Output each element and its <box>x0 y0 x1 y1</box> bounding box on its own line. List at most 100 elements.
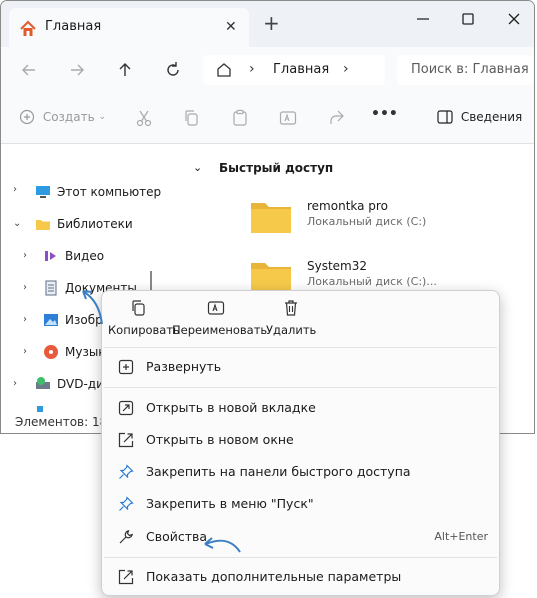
status-item-count: Элементов: 18 <box>15 415 108 429</box>
video-icon <box>45 251 56 261</box>
address-bar[interactable]: › Главная › <box>203 55 385 85</box>
pin-icon <box>119 464 134 479</box>
expand-chevron-icon[interactable]: › <box>23 250 27 261</box>
expand-chevron-icon[interactable]: › <box>23 346 27 357</box>
annotation-arrow <box>204 537 241 553</box>
more-options-button[interactable]: ••• <box>371 106 398 122</box>
menu-item-open-new-tab[interactable]: Открыть в новой вкладке <box>118 397 488 419</box>
tab-title: Главная <box>45 19 102 34</box>
open-window-icon <box>118 432 134 448</box>
menu-item-label: Открыть в новом окне <box>146 432 294 447</box>
partial-item-icon <box>37 406 43 412</box>
sidebar-item-libraries[interactable]: Библиотеки <box>57 217 133 231</box>
rename-button[interactable]: Переименовать <box>172 299 267 337</box>
more-options-icon <box>118 569 134 585</box>
menu-item-open-new-window[interactable]: Открыть в новом окне <box>118 429 488 451</box>
maximize-icon[interactable] <box>458 9 478 29</box>
expand-chevron-icon[interactable]: › <box>13 378 17 389</box>
menu-divider <box>104 387 497 388</box>
details-pane-icon <box>437 109 453 124</box>
expand-chevron-icon[interactable]: › <box>13 184 17 195</box>
menu-item-properties[interactable]: Свойства Alt+Enter <box>118 526 488 548</box>
breadcrumb-current[interactable]: Главная <box>273 62 329 77</box>
refresh-icon[interactable] <box>163 60 183 80</box>
search-placeholder: Поиск в: Главная <box>411 62 529 77</box>
folder-name: System32 <box>307 259 368 273</box>
breadcrumb-chevron-end-icon[interactable]: › <box>343 61 349 77</box>
rename-icon <box>207 301 225 315</box>
menu-divider <box>104 557 497 558</box>
rename-label: Переименовать <box>172 323 268 337</box>
title-bar: Главная ✕ + <box>1 1 534 47</box>
menu-item-pin-quick-access[interactable]: Закрепить на панели быстрого доступа <box>118 461 488 483</box>
tab-home[interactable]: Главная ✕ <box>9 8 249 47</box>
copy-label: Копировать <box>108 323 180 337</box>
sidebar-item-dvd[interactable]: DVD-дисковод <box>57 377 105 391</box>
home-outline-icon <box>217 63 231 77</box>
menu-item-expand[interactable]: Развернуть <box>118 356 488 378</box>
search-input[interactable]: Поиск в: Главная <box>397 55 533 85</box>
pictures-icon <box>44 314 58 326</box>
copy-toolbar-icon[interactable] <box>183 109 201 127</box>
menu-item-label: Показать дополнительные параметры <box>146 569 402 584</box>
copy-button[interactable]: Копировать <box>108 299 180 337</box>
menu-item-label: Свойства <box>146 529 208 544</box>
delete-label: Удалить <box>266 323 317 337</box>
menu-divider <box>104 347 497 348</box>
scrollbar-thumb[interactable] <box>150 271 152 291</box>
collapse-chevron-icon[interactable]: ⌄ <box>13 218 21 229</box>
breadcrumb-chevron-icon[interactable]: › <box>249 61 255 77</box>
delete-button[interactable]: Удалить <box>266 299 316 337</box>
sidebar-item-this-pc[interactable]: Этот компьютер <box>57 185 161 199</box>
menu-item-label: Открыть в новой вкладке <box>146 400 316 415</box>
new-tab-icon[interactable]: + <box>263 13 280 33</box>
open-tab-icon <box>118 400 134 416</box>
section-title[interactable]: Быстрый доступ <box>219 161 333 175</box>
dvd-drive-icon <box>36 377 50 389</box>
create-button[interactable]: Создать ⌄ <box>19 109 106 125</box>
menu-item-label: Закрепить в меню "Пуск" <box>146 496 314 511</box>
annotation-arrow <box>82 290 103 325</box>
library-folder-icon <box>36 220 50 230</box>
menu-item-pin-start[interactable]: Закрепить в меню "Пуск" <box>118 493 488 515</box>
sidebar-item-video[interactable]: Видео <box>65 249 104 263</box>
forward-icon[interactable] <box>67 60 87 80</box>
share-icon[interactable] <box>327 109 345 127</box>
home-icon <box>20 20 36 36</box>
navigation-bar: › Главная › Поиск в: Главная <box>1 47 534 93</box>
music-icon <box>44 345 58 359</box>
command-bar: Создать ⌄ ••• Сведения <box>1 93 534 144</box>
folder-icon <box>251 203 291 233</box>
expand-chevron-icon[interactable]: › <box>23 314 27 325</box>
tab-close-icon[interactable]: ✕ <box>225 19 237 35</box>
menu-item-show-more-options[interactable]: Показать дополнительные параметры <box>118 566 488 588</box>
rename-toolbar-icon[interactable] <box>279 109 297 127</box>
expand-icon <box>118 359 134 375</box>
details-button[interactable]: Сведения <box>437 109 522 124</box>
pin-icon <box>119 496 134 511</box>
chevron-down-icon: ⌄ <box>98 112 107 122</box>
details-label: Сведения <box>460 109 523 124</box>
sidebar-item-music[interactable]: Музыка <box>65 345 103 359</box>
up-icon[interactable] <box>115 60 135 80</box>
folder-icon <box>251 263 291 293</box>
plus-circle-icon <box>19 109 35 125</box>
menu-item-shortcut: Alt+Enter <box>434 530 488 543</box>
expand-chevron-icon[interactable]: › <box>23 282 27 293</box>
folder-location: Локальный диск (C:) <box>307 215 427 228</box>
close-window-icon[interactable] <box>504 9 524 29</box>
menu-item-label: Развернуть <box>146 359 222 374</box>
copy-icon <box>132 300 145 316</box>
folder-name: remontka pro <box>307 199 388 213</box>
create-label: Создать <box>42 110 95 124</box>
menu-item-label: Закрепить на панели быстрого доступа <box>146 464 411 479</box>
documents-icon <box>45 280 57 296</box>
section-chevron-icon[interactable]: ⌄ <box>193 161 202 174</box>
paste-icon[interactable] <box>231 109 249 127</box>
trash-icon <box>285 300 297 316</box>
back-icon[interactable] <box>19 60 39 80</box>
wrench-icon <box>119 529 134 544</box>
cut-icon[interactable] <box>135 109 153 127</box>
computer-icon <box>36 186 50 198</box>
minimize-icon[interactable] <box>413 9 433 29</box>
